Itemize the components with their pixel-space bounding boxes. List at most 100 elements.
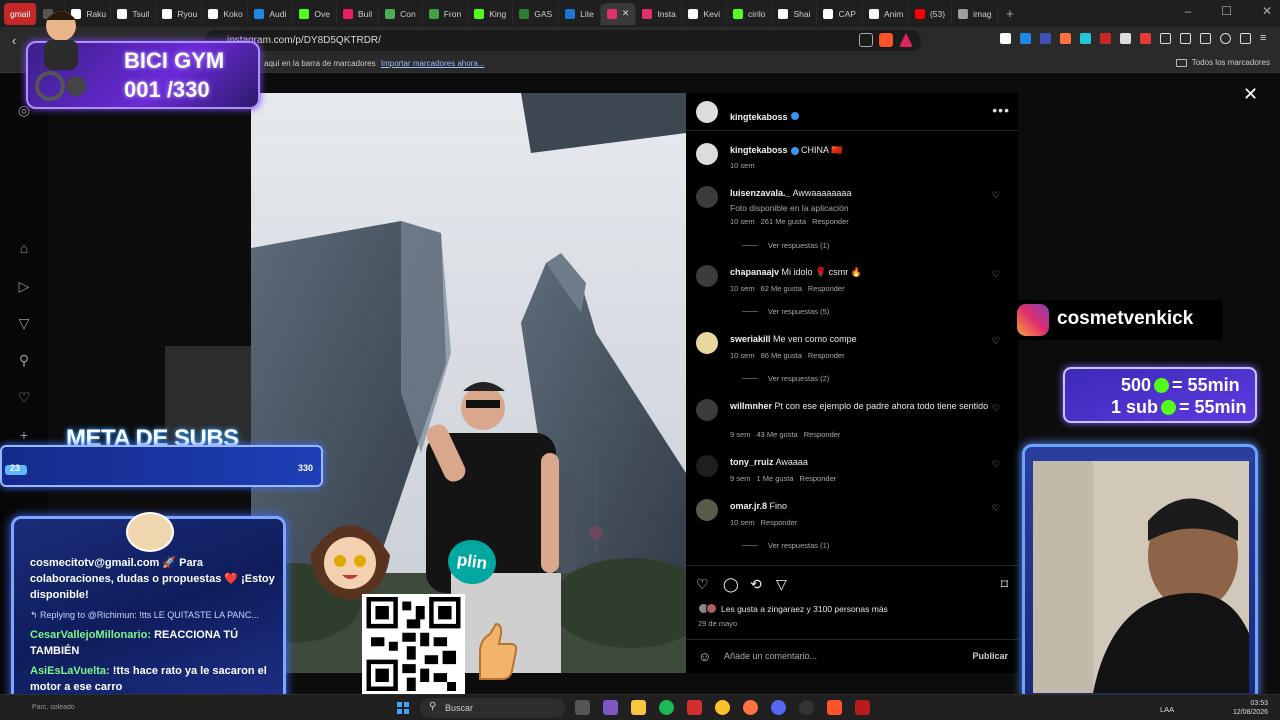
browser-tab[interactable]: King — [468, 2, 514, 25]
address-bar[interactable]: instagram.com/p/DY8D5QKTRDR/ — [205, 30, 921, 51]
extension-icon[interactable] — [1040, 33, 1051, 44]
discord-icon[interactable] — [771, 700, 786, 715]
browser-tab[interactable]: Audi — [248, 2, 294, 25]
close-post-icon[interactable]: ✕ — [1243, 84, 1258, 105]
comment-likes[interactable]: 62 Me gusta — [761, 284, 802, 293]
extension-icon[interactable] — [1100, 33, 1111, 44]
notifications-heart-icon[interactable]: ♡ — [16, 389, 32, 405]
leo-icon[interactable] — [1240, 33, 1251, 44]
browser-tab[interactable]: cirilo — [727, 2, 773, 25]
like-comment-icon[interactable]: ♡ — [992, 190, 1000, 201]
commenter-avatar[interactable] — [696, 186, 718, 208]
all-bookmarks-button[interactable]: Todos los marcadores — [1175, 58, 1270, 67]
vpn-icon[interactable] — [1220, 33, 1231, 44]
screen-cast-icon[interactable] — [859, 33, 873, 47]
comment-likes[interactable]: 86 Me gusta — [761, 351, 802, 360]
taskbar-search[interactable]: ⚲ Buscar — [420, 698, 565, 718]
reels-icon[interactable]: ▷ — [16, 278, 32, 294]
share-send-icon[interactable]: ▽ — [776, 576, 787, 593]
wallet-icon[interactable] — [1200, 33, 1211, 44]
commenter-avatar[interactable] — [696, 265, 718, 287]
browser-tab[interactable]: Fron — [423, 2, 469, 25]
like-comment-icon[interactable]: ♡ — [992, 269, 1000, 280]
language-indicator[interactable]: LAA — [1160, 705, 1174, 714]
brave-shield-icon[interactable] — [879, 33, 893, 47]
comment-bubble-icon[interactable]: ◯ — [723, 576, 739, 593]
like-heart-icon[interactable]: ♡ — [696, 576, 709, 593]
puzzle-icon[interactable] — [1160, 33, 1171, 44]
like-comment-icon[interactable]: ♡ — [992, 459, 1000, 470]
extension-icon[interactable] — [1000, 33, 1011, 44]
comment-username[interactable]: luisenzavala._ — [730, 188, 791, 198]
app-icon[interactable] — [603, 700, 618, 715]
active-tab[interactable]: ✕ — [600, 2, 637, 25]
menu-icon[interactable]: ≡ — [1260, 33, 1271, 44]
system-clock[interactable]: 03:53 12/08/2026 — [1233, 699, 1268, 717]
firefox-icon[interactable] — [743, 700, 758, 715]
reply-button[interactable]: Responder — [804, 430, 841, 439]
reply-button[interactable]: Responder — [800, 474, 837, 483]
browser-tab[interactable]: Lite — [559, 2, 601, 25]
comment-username[interactable]: willmnher — [730, 401, 772, 411]
browser-tab[interactable]: CAP — [817, 2, 863, 25]
extension-icon[interactable] — [1020, 33, 1031, 44]
commenter-avatar[interactable] — [696, 499, 718, 521]
reply-button[interactable]: Responder — [812, 217, 849, 226]
brave-icon[interactable] — [827, 700, 842, 715]
comment-likes[interactable]: 1 Me gusta — [756, 474, 793, 483]
maximize-icon[interactable]: ☐ — [1221, 4, 1232, 18]
view-replies-button[interactable]: Ver respuestas (1) — [742, 241, 829, 250]
weather-status[interactable]: Parc. soleado — [32, 704, 75, 711]
app-icon[interactable] — [855, 700, 870, 715]
comment-username[interactable]: omar.jr.8 — [730, 501, 767, 511]
obs-icon[interactable] — [799, 700, 814, 715]
author-username[interactable]: kingtekaboss — [730, 112, 788, 122]
comment-username[interactable]: tony_rruiz — [730, 457, 774, 467]
browser-tab[interactable]: Tsuil — [111, 2, 157, 25]
browser-tab[interactable]: imag — [952, 2, 999, 25]
like-comment-icon[interactable]: ♡ — [992, 336, 1000, 347]
likes-summary[interactable]: Les gusta a zingaraez y 3100 personas má… — [698, 603, 888, 614]
comment-likes[interactable]: 261 Me gusta — [761, 217, 806, 226]
close-tab-icon[interactable]: ✕ — [622, 8, 630, 19]
browser-tab[interactable]: Shai — [772, 2, 818, 25]
browser-tab[interactable]: Buil — [337, 2, 380, 25]
back-icon[interactable]: ‹ — [4, 33, 24, 48]
search-icon[interactable]: ⚲ — [16, 352, 32, 368]
author-avatar[interactable] — [696, 143, 718, 165]
file-explorer-icon[interactable] — [631, 700, 646, 715]
browser-tab[interactable]: Ove — [293, 2, 337, 25]
spotify-icon[interactable] — [659, 700, 674, 715]
browser-tab[interactable]: Anim — [863, 2, 909, 25]
save-bookmark-icon[interactable]: ⌑ — [1001, 576, 1008, 593]
close-window-icon[interactable]: ✕ — [1262, 4, 1272, 18]
import-bookmarks-link[interactable]: Importar marcadores ahora... — [381, 59, 485, 68]
browser-tab[interactable]: Koko — [202, 2, 249, 25]
extension-icon[interactable] — [1120, 33, 1131, 44]
comment-likes[interactable]: 43 Me gusta — [756, 430, 797, 439]
view-replies-button[interactable]: Ver respuestas (5) — [742, 307, 829, 316]
extension-icon[interactable] — [1060, 33, 1071, 44]
publish-button[interactable]: Publicar — [972, 651, 1008, 661]
sidebar-icon[interactable] — [1180, 33, 1191, 44]
windows-start-icon[interactable] — [397, 702, 409, 714]
extension-icon[interactable] — [1080, 33, 1091, 44]
app-icon[interactable] — [687, 700, 702, 715]
comment-username[interactable]: chapanaajv — [730, 267, 779, 277]
minimize-icon[interactable]: – — [1184, 4, 1191, 18]
view-replies-button[interactable]: Ver respuestas (2) — [742, 374, 829, 383]
brave-rewards-icon[interactable] — [899, 33, 913, 47]
reply-button[interactable]: Responder — [761, 518, 798, 527]
add-comment-input[interactable]: Añade un comentario... — [724, 651, 817, 661]
browser-tab[interactable]: Con — [379, 2, 423, 25]
commenter-avatar[interactable] — [696, 455, 718, 477]
task-view-icon[interactable] — [575, 700, 590, 715]
commenter-avatar[interactable] — [696, 332, 718, 354]
new-tab-button[interactable]: + — [998, 6, 1022, 21]
emoji-icon[interactable]: ☺ — [698, 649, 711, 664]
create-plus-icon[interactable]: + — [16, 427, 32, 443]
repost-icon[interactable]: ⟲ — [750, 576, 762, 593]
extension-icon[interactable] — [1140, 33, 1151, 44]
app-icon[interactable] — [715, 700, 730, 715]
comment-username[interactable]: sweriakill — [730, 334, 771, 344]
